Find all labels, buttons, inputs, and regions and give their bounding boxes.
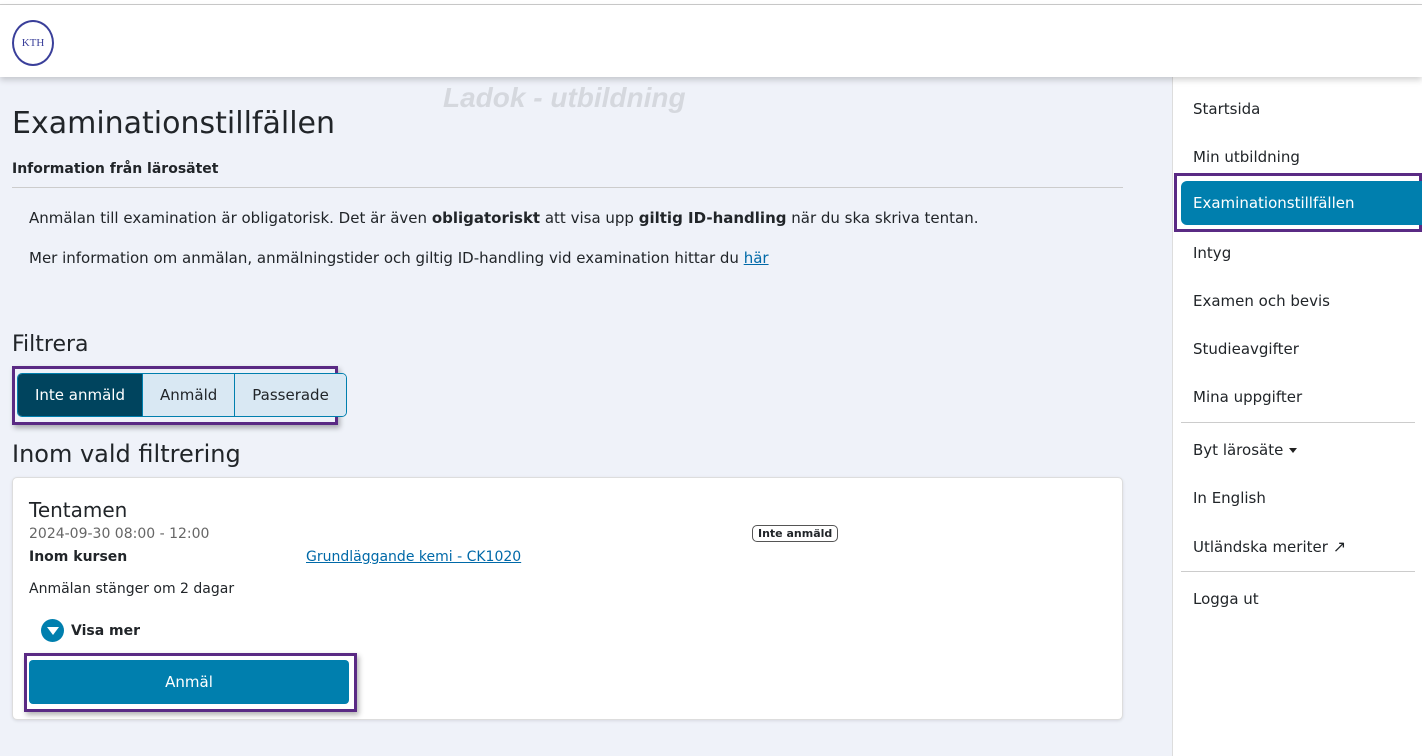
filter-anmald[interactable]: Anmäld — [142, 374, 235, 416]
filter-inte-anmald[interactable]: Inte anmäld — [18, 374, 142, 416]
closing-text: Anmälan stänger om 2 dagar — [29, 581, 235, 597]
text: Mer information om anmälan, anmälningsti… — [29, 249, 744, 267]
info-paragraph-2: Mer information om anmälan, anmälningsti… — [29, 249, 769, 267]
logo-text: KTH — [21, 37, 45, 49]
text: när du ska skriva tentan. — [786, 209, 979, 227]
external-link-icon: ↗ — [1332, 537, 1347, 556]
status-badge: Inte anmäld — [752, 525, 839, 542]
header: KTH — [0, 5, 1422, 77]
nav-min-utbildning[interactable]: Min utbildning — [1193, 148, 1300, 166]
info-paragraph: Anmälan till examination är obligatorisk… — [29, 209, 979, 227]
nav-mina-uppgifter[interactable]: Mina uppgifter — [1193, 388, 1302, 406]
kth-logo[interactable]: KTH — [12, 20, 54, 66]
exam-datetime: 2024-09-30 08:00 - 12:00 — [29, 526, 210, 542]
nav-studieavgifter[interactable]: Studieavgifter — [1193, 340, 1299, 358]
sidebar-nav: Startsida Min utbildning Examinationstil… — [1172, 77, 1422, 756]
watermark: Ladok - utbildning — [443, 82, 686, 113]
chevron-down-circle-icon — [41, 619, 64, 642]
nav-startsida[interactable]: Startsida — [1193, 100, 1260, 118]
caret-down-icon — [1289, 448, 1298, 453]
text: att visa upp — [540, 209, 639, 227]
nav-byt-larosate[interactable]: Byt lärosäte — [1193, 441, 1298, 459]
nav-label: Utländska meriter — [1193, 538, 1328, 556]
nav-utlandska-meriter[interactable]: Utländska meriter ↗ — [1193, 537, 1346, 556]
divider — [12, 187, 1123, 188]
divider — [1181, 571, 1415, 572]
info-link[interactable]: här — [744, 249, 769, 267]
text-bold: obligatoriskt — [431, 209, 541, 227]
filter-title: Filtrera — [12, 332, 89, 357]
course-link[interactable]: Grundläggande kemi - CK1020 — [306, 549, 521, 565]
info-title: Information från lärosätet — [12, 161, 219, 177]
filter-passerade[interactable]: Passerade — [234, 374, 346, 416]
divider — [1181, 422, 1415, 423]
nav-in-english[interactable]: In English — [1193, 489, 1266, 507]
nav-label: Byt lärosäte — [1193, 441, 1284, 459]
filter-segmented-control: Inte anmäld Anmäld Passerade — [17, 373, 347, 417]
nav-examen-och-bevis[interactable]: Examen och bevis — [1193, 292, 1330, 310]
text: Anmälan till examination är obligatorisk… — [29, 209, 432, 227]
show-more-label: Visa mer — [71, 622, 141, 639]
show-more-toggle[interactable]: Visa mer — [41, 619, 140, 642]
nav-examinationstillfallen[interactable]: Examinationstillfällen — [1181, 181, 1422, 225]
nav-intyg[interactable]: Intyg — [1193, 244, 1231, 262]
register-button[interactable]: Anmäl — [29, 660, 349, 704]
course-label: Inom kursen — [29, 549, 128, 565]
exam-title: Tentamen — [29, 498, 128, 522]
nav-logga-ut[interactable]: Logga ut — [1193, 590, 1259, 608]
text-bold: giltig ID-handling — [638, 209, 787, 227]
results-title: Inom vald filtrering — [12, 440, 241, 468]
page-title: Examinationstillfällen — [12, 106, 335, 141]
